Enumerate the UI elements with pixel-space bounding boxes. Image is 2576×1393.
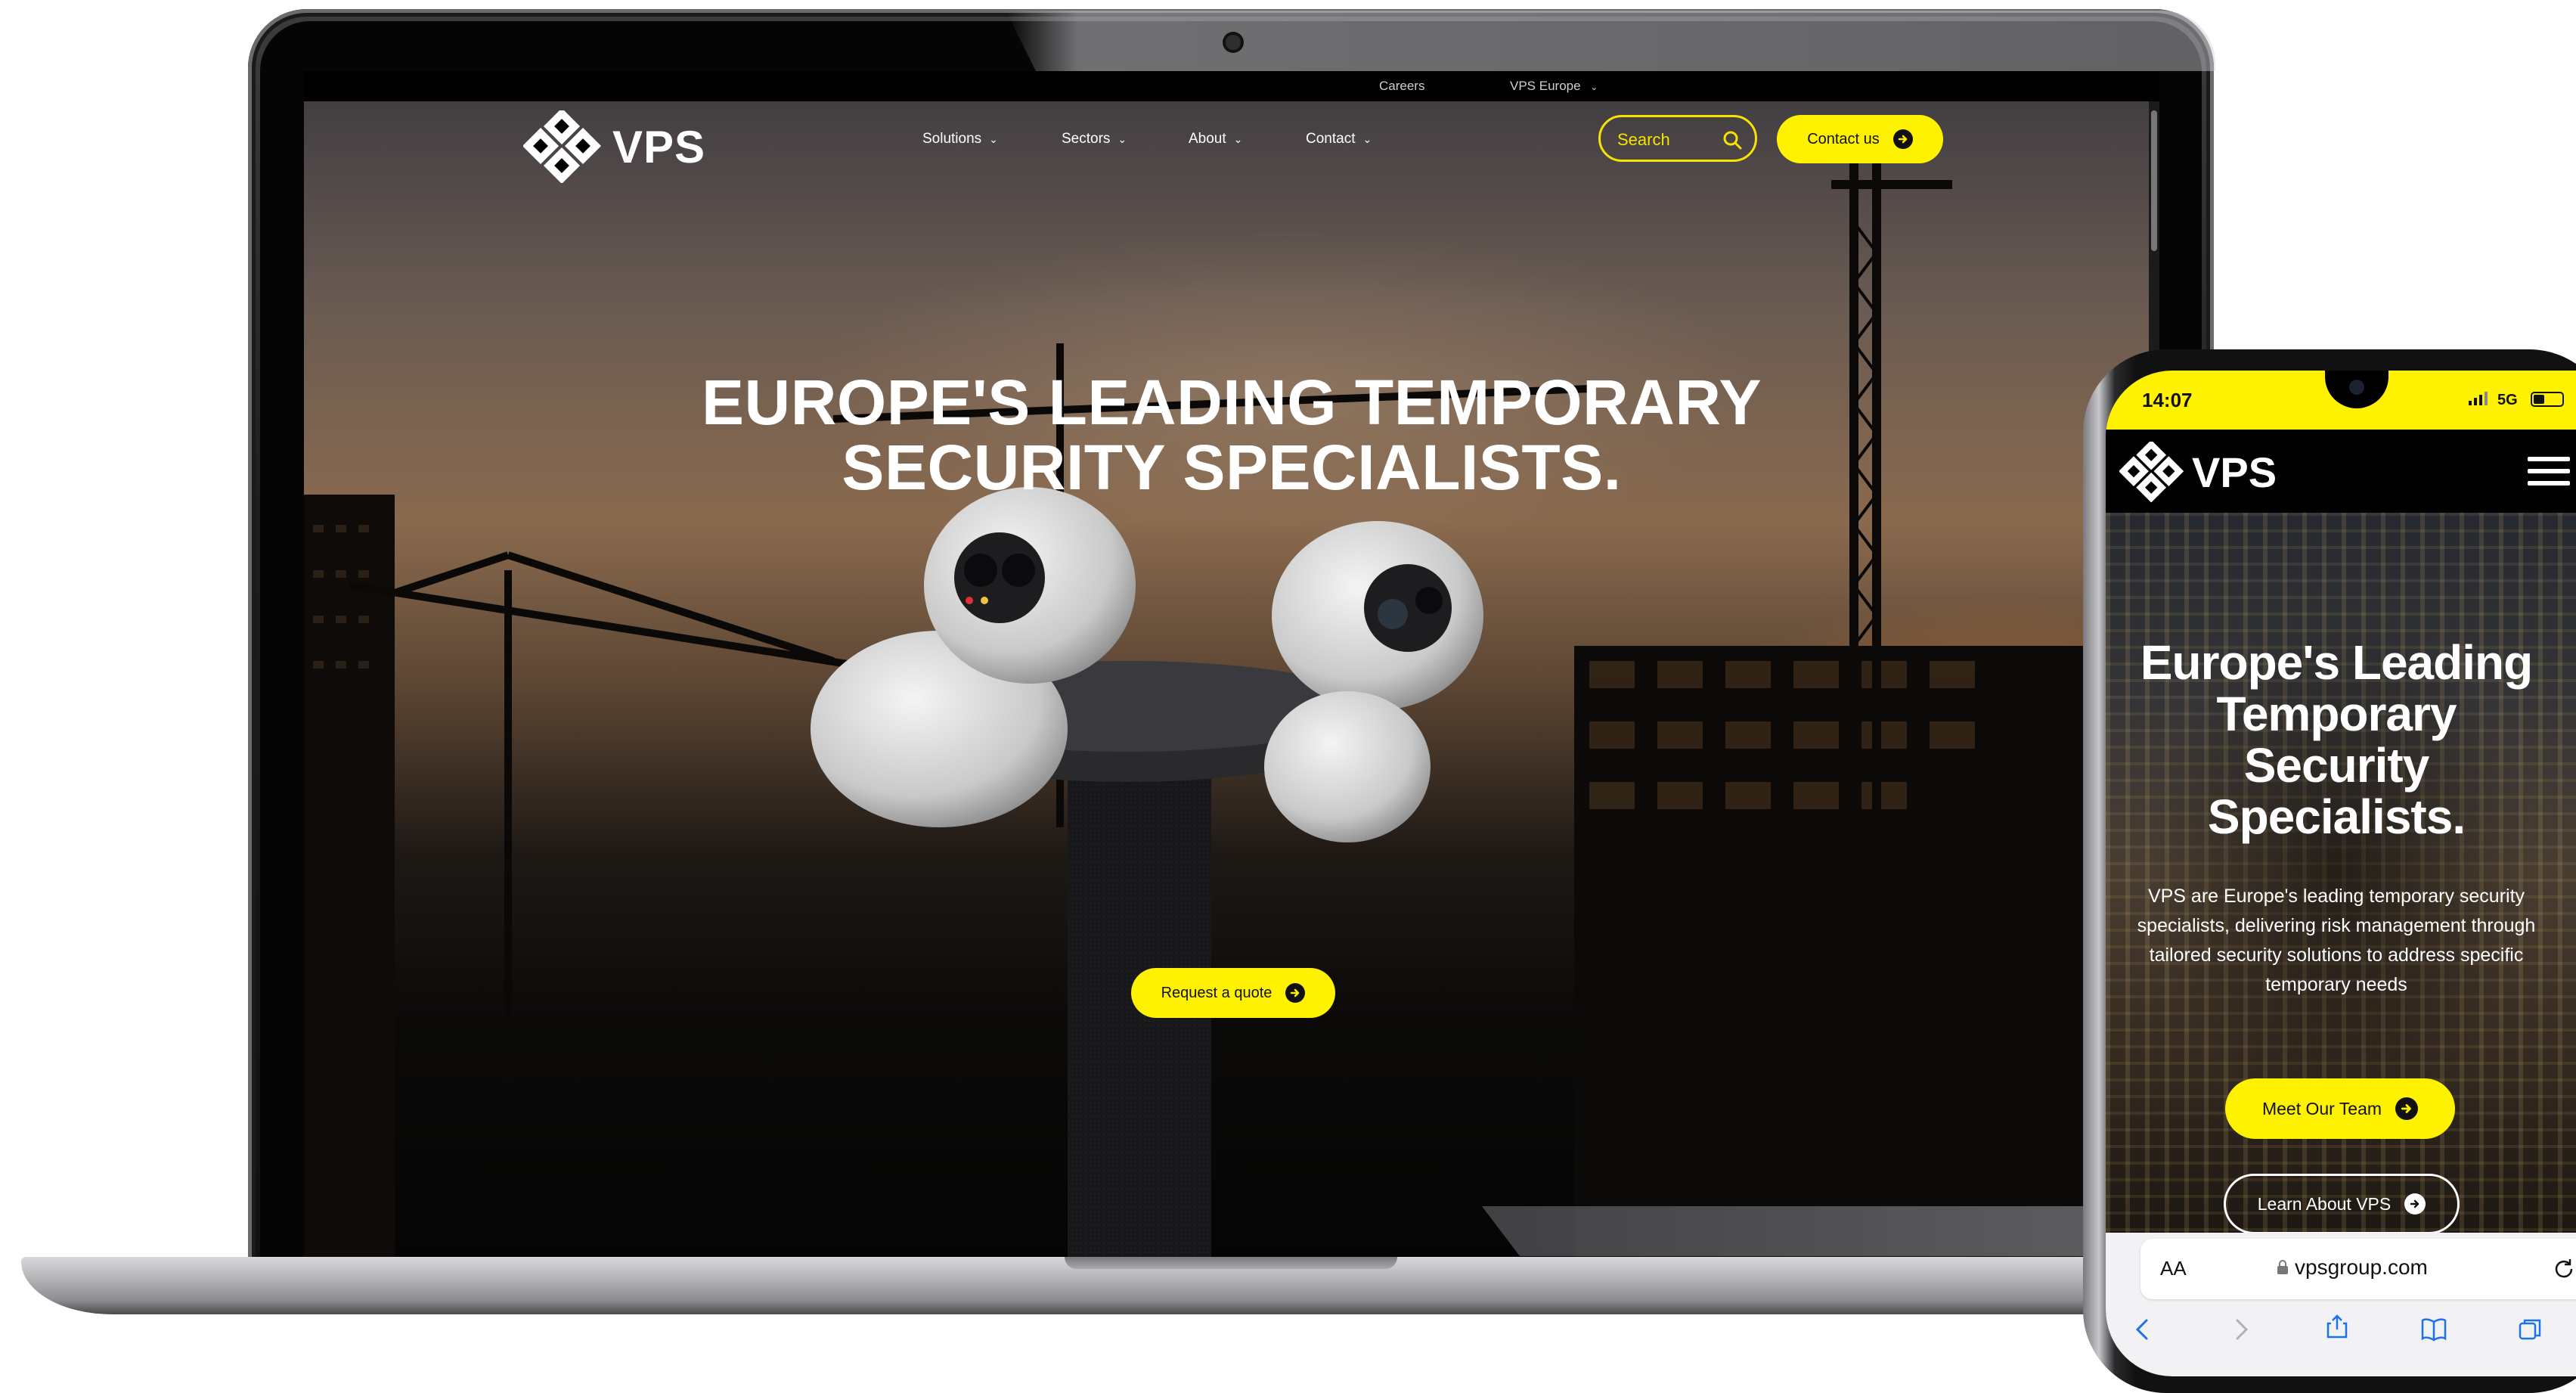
laptop-screen: Careers VPS Europe ⌄ VPS Solutions ⌄ Sect… — [304, 71, 2159, 1257]
logo-text: VPS — [2192, 448, 2277, 496]
status-time: 14:07 — [2142, 389, 2193, 411]
learn-about-vps-button[interactable]: Learn About VPS — [2224, 1174, 2460, 1234]
chevron-down-icon: ⌄ — [1590, 82, 1598, 92]
nav-label: About — [1189, 131, 1226, 147]
logo-text: VPS — [612, 121, 706, 172]
search-input[interactable] — [1616, 129, 1710, 150]
share-icon[interactable] — [2323, 1313, 2351, 1340]
vps-logo-mark-icon — [2119, 442, 2184, 502]
arrow-right-circle-icon — [1285, 983, 1306, 1003]
battery-icon — [2531, 392, 2564, 407]
arrow-right-circle-icon — [2404, 1193, 2426, 1215]
arrow-right-circle-icon — [2395, 1097, 2419, 1120]
url-display[interactable]: vpsgroup.com — [2277, 1255, 2428, 1280]
phone-status-bar: 14:07 5G — [2106, 371, 2576, 430]
nav-about[interactable]: About ⌄ — [1189, 131, 1242, 147]
mobile-hero-title: Europe's Leading Temporary Security Spec… — [2121, 637, 2552, 842]
mobile-hero-title-line: Security — [2243, 738, 2430, 793]
utility-bar — [304, 71, 2159, 101]
search-box[interactable] — [1598, 115, 1757, 162]
hamburger-menu-icon[interactable] — [2528, 457, 2570, 486]
text-size-button[interactable]: AA — [2160, 1257, 2187, 1280]
nav-sectors[interactable]: Sectors ⌄ — [1062, 131, 1127, 147]
nav-label: Sectors — [1062, 131, 1111, 147]
meet-our-team-button[interactable]: Meet Our Team — [2225, 1078, 2455, 1139]
scrollbar-thumb[interactable] — [2151, 110, 2157, 251]
nav-contact[interactable]: Contact ⌄ — [1306, 131, 1372, 147]
hero-title: EUROPE'S LEADING TEMPORARY SECURITY SPEC… — [304, 370, 2159, 500]
nav-label: Contact — [1306, 131, 1356, 147]
reload-icon[interactable] — [2552, 1257, 2576, 1281]
laptop-open-notch — [1065, 1257, 1397, 1269]
region-selector[interactable]: VPS Europe ⌄ — [1510, 79, 1598, 94]
mobile-hero-title-line: Specialists. — [2207, 790, 2466, 844]
description-line: temporary needs — [2265, 974, 2407, 995]
contact-us-button[interactable]: Contact us — [1777, 115, 1943, 163]
region-label: VPS Europe — [1510, 79, 1581, 93]
nav-solutions[interactable]: Solutions ⌄ — [922, 131, 998, 147]
laptop-camera — [1226, 35, 1241, 50]
description-line: VPS are Europe's leading temporary secur… — [2147, 886, 2525, 907]
meet-our-team-label: Meet Our Team — [2261, 1098, 2382, 1118]
learn-about-vps-label: Learn About VPS — [2257, 1193, 2392, 1214]
mobile-hero-description: VPS are Europe's leading temporary secur… — [2121, 882, 2552, 1000]
hero-title-line: EUROPE'S LEADING TEMPORARY — [702, 367, 1762, 438]
arrow-right-circle-icon — [1892, 129, 1913, 149]
network-label: 5G — [2497, 392, 2518, 408]
signal-icon — [2469, 392, 2488, 405]
chevron-down-icon: ⌄ — [1118, 133, 1127, 145]
vps-logo-mark-icon — [523, 110, 602, 183]
mobile-hero-title-line: Europe's Leading — [2140, 635, 2533, 690]
hero-title-line: SECURITY SPECIALISTS. — [842, 432, 1622, 503]
chevron-down-icon: ⌄ — [989, 133, 998, 145]
description-line: specialists, delivering risk management … — [2137, 915, 2536, 936]
front-camera-icon — [2349, 380, 2364, 395]
construction-silhouette — [304, 162, 2159, 1257]
laptop-screen-glare — [1006, 11, 2215, 71]
nav-label: Solutions — [922, 131, 982, 147]
chevron-down-icon: ⌄ — [1362, 133, 1372, 145]
address-bar[interactable]: AA vpsgroup.com — [2140, 1239, 2576, 1299]
mobile-logo[interactable]: VPS — [2119, 442, 2277, 502]
mobile-hero-title-line: Temporary — [2216, 687, 2457, 741]
request-quote-label: Request a quote — [1161, 984, 1273, 1001]
lock-icon — [2277, 1260, 2288, 1274]
phone-screen: 14:07 5G VPS Europe's Leading Temporary … — [2106, 371, 2576, 1376]
tabs-icon[interactable] — [2517, 1316, 2544, 1343]
screen-reflection — [1482, 1206, 2162, 1256]
mobile-header: VPS — [2106, 430, 2576, 513]
forward-icon[interactable] — [2227, 1316, 2254, 1343]
chevron-down-icon: ⌄ — [1233, 133, 1243, 145]
back-icon[interactable] — [2130, 1316, 2157, 1343]
phone-camera-notch — [2325, 371, 2388, 408]
description-line: tailored security solutions to address s… — [2149, 945, 2524, 966]
contact-us-label: Contact us — [1807, 130, 1880, 147]
url-text: vpsgroup.com — [2295, 1255, 2428, 1279]
careers-link[interactable]: Careers — [1379, 79, 1424, 94]
request-quote-button[interactable]: Request a quote — [1131, 968, 1335, 1018]
site-logo[interactable]: VPS — [523, 110, 705, 183]
bookmarks-icon[interactable] — [2420, 1316, 2447, 1343]
search-icon[interactable] — [1722, 129, 1743, 150]
